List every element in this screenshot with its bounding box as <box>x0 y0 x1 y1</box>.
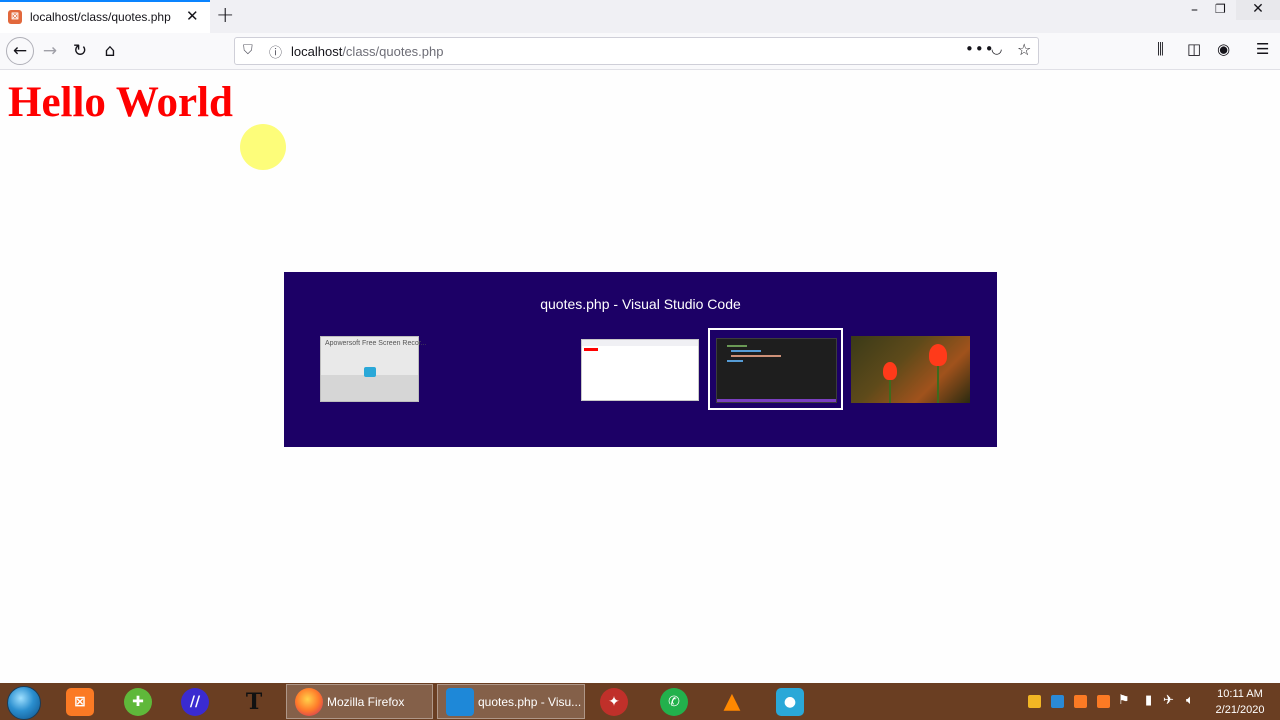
switcher-item-screen-recorder[interactable]: Apowersoft Free Screen Recor... <box>320 336 427 402</box>
minimize-icon[interactable]: – <box>1191 2 1198 18</box>
app-green-icon[interactable]: ✚ <box>124 688 152 716</box>
url-text[interactable]: localhost/class/quotes.php <box>291 44 444 59</box>
switcher-item-desktop[interactable] <box>851 336 970 403</box>
pocket-icon[interactable]: ◡ <box>991 42 1002 57</box>
taskbar-window-vscode[interactable]: quotes.php - Visu... <box>437 684 585 719</box>
url-host: localhost <box>291 44 343 59</box>
vlc-icon[interactable]: ▲ <box>718 688 746 716</box>
switcher-item-label: Apowersoft Free Screen Recor... <box>325 340 427 347</box>
sidebar-icon[interactable]: ◫ <box>1187 40 1201 58</box>
back-icon[interactable]: ← <box>6 37 34 65</box>
code-line <box>731 350 761 352</box>
cursor-highlight <box>240 124 286 170</box>
tulip-icon <box>883 362 897 380</box>
taskbar-window-firefox[interactable]: Mozilla Firefox <box>286 684 433 719</box>
chat-icon[interactable]: ✆ <box>660 688 688 716</box>
taskbar-window-label: Mozilla Firefox <box>327 695 405 709</box>
bookmark-star-icon[interactable]: ☆ <box>1017 40 1031 59</box>
navigation-toolbar: ← → ↻ ⌂ ⛉ ⓘ localhost/class/quotes.php •… <box>0 33 1280 70</box>
forward-icon[interactable]: → <box>38 39 62 63</box>
home-icon[interactable]: ⌂ <box>98 39 122 63</box>
tray-camera-icon[interactable] <box>1028 695 1041 708</box>
library-icon[interactable]: ⫼ <box>1157 40 1164 58</box>
new-tab-icon[interactable]: + <box>216 3 234 28</box>
switcher-item-vscode[interactable] <box>708 328 843 410</box>
window-switcher: quotes.php - Visual Studio Code Apowerso… <box>284 272 997 447</box>
code-line <box>731 355 781 357</box>
menu-icon[interactable]: ☰ <box>1256 40 1269 58</box>
url-path: /class/quotes.php <box>342 44 444 59</box>
tulip-icon <box>929 344 947 366</box>
app-slash-icon[interactable]: // <box>181 688 209 716</box>
reload-icon[interactable]: ↻ <box>68 39 92 63</box>
code-line <box>727 345 747 347</box>
page-heading: Hello World <box>8 79 233 126</box>
url-bar[interactable]: ⛉ ⓘ localhost/class/quotes.php ••• ◡ ☆ <box>234 37 1039 65</box>
recorder-panel <box>321 375 418 401</box>
xampp-icon[interactable]: ⊠ <box>66 688 94 716</box>
close-tab-icon[interactable]: ✕ <box>186 7 199 25</box>
volume-icon[interactable]: 🔈︎ <box>1186 693 1194 708</box>
tray-flag-icon[interactable]: ⚑ <box>1118 693 1130 708</box>
start-button[interactable] <box>7 686 41 720</box>
battery-icon[interactable]: ▮ <box>1145 693 1152 708</box>
camera-icon <box>364 367 376 377</box>
status-bar <box>717 399 836 402</box>
taskbar-window-label: quotes.php - Visu... <box>478 695 582 709</box>
clock-time[interactable]: 10:11 AM <box>1214 688 1266 700</box>
app-red-icon[interactable]: ✦ <box>600 688 628 716</box>
browser-tab[interactable]: ⊠ localhost/class/quotes.php ✕ <box>0 0 210 33</box>
font-app-icon[interactable]: T <box>240 688 268 716</box>
account-icon[interactable]: ◉ <box>1217 40 1230 58</box>
screen-recorder-icon[interactable]: ● <box>776 688 804 716</box>
thumbnail-toolbar <box>582 340 698 346</box>
restore-icon[interactable]: ❐ <box>1215 2 1226 16</box>
code-line <box>727 360 743 362</box>
tray-xampp-icon[interactable] <box>1097 695 1110 708</box>
firefox-icon <box>295 688 323 716</box>
airplane-icon[interactable]: ✈ <box>1163 693 1174 708</box>
flower-stem <box>937 360 939 403</box>
thumbnail-heading <box>584 348 598 351</box>
tray-xampp-icon[interactable] <box>1074 695 1087 708</box>
tray-app-icon[interactable] <box>1051 695 1064 708</box>
clock-date[interactable]: 2/21/2020 <box>1210 704 1270 716</box>
vscode-icon <box>446 688 474 716</box>
switcher-item-firefox[interactable] <box>581 339 699 401</box>
vscode-thumbnail <box>716 338 837 403</box>
shield-icon[interactable]: ⛉ <box>243 43 253 58</box>
window-close-icon[interactable]: ✕ <box>1236 0 1280 20</box>
tab-strip: ⊠ localhost/class/quotes.php ✕ + – ❐ ✕ <box>0 0 1280 33</box>
xampp-icon: ⊠ <box>8 10 22 24</box>
info-icon[interactable]: ⓘ <box>269 42 282 61</box>
tab-title: localhost/class/quotes.php <box>30 10 171 24</box>
switcher-title: quotes.php - Visual Studio Code <box>540 296 741 312</box>
